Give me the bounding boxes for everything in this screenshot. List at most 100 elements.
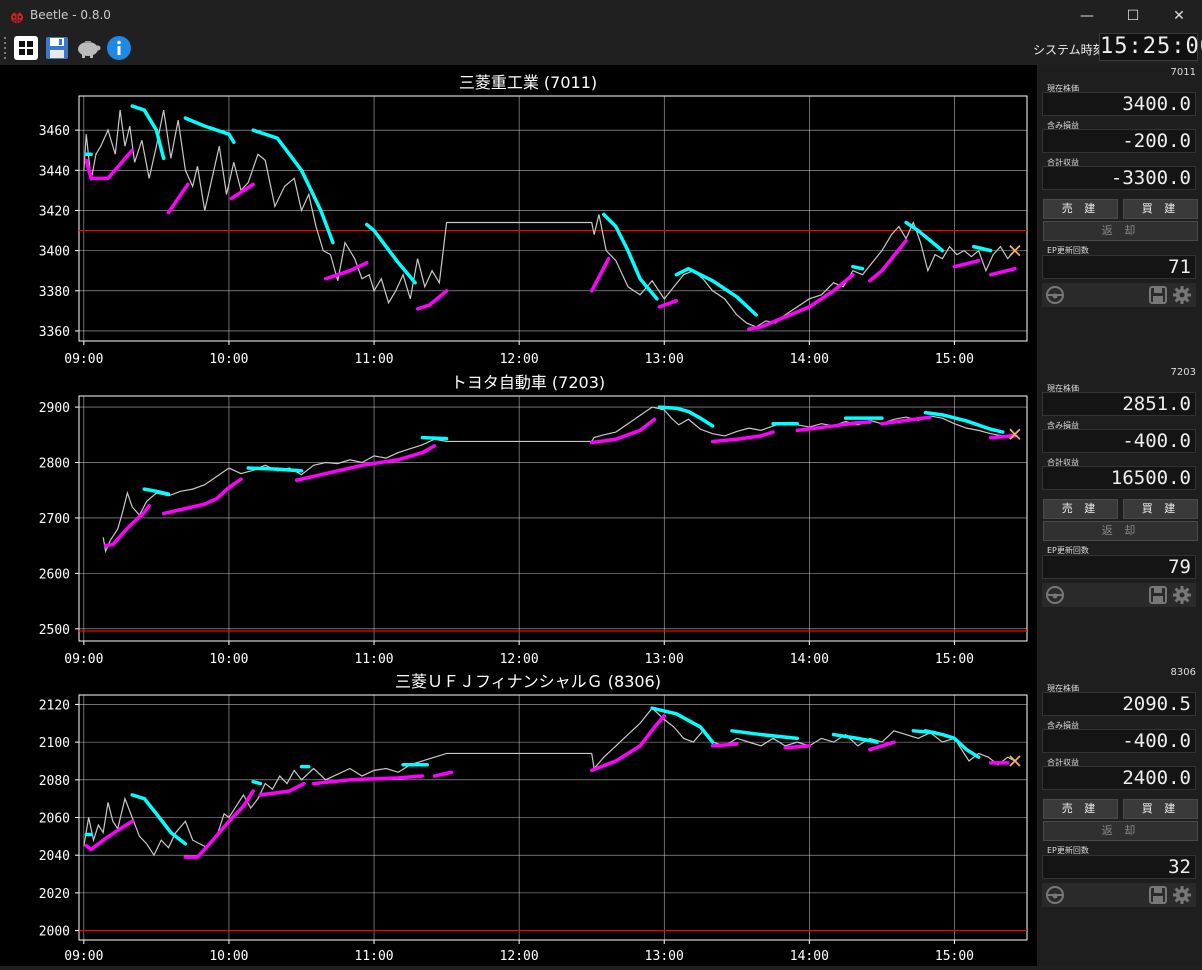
panel-icon-row [1042, 283, 1196, 307]
unrealized-field: -400.0 [1042, 429, 1196, 453]
ladybug-icon [11, 9, 23, 23]
sell-ep-line [657, 405, 715, 428]
stock-code: 8306 [1170, 667, 1196, 678]
y-tick-label: 3420 [39, 204, 70, 219]
gear-icon[interactable] [1172, 585, 1192, 605]
steering-wheel-icon[interactable] [1045, 885, 1065, 905]
buy-ep-line [432, 770, 454, 778]
sell-button[interactable]: 売 建 [1043, 499, 1118, 519]
buy-button[interactable]: 買 建 [1123, 199, 1198, 219]
buy-ep-line [710, 742, 739, 748]
total-field: -3300.0 [1042, 166, 1196, 190]
repay-button[interactable]: 返 却 [1043, 221, 1198, 241]
last-price-marker [1009, 755, 1021, 767]
x-tick-label: 09:00 [64, 652, 103, 667]
buy-ep-line [294, 444, 437, 483]
gear-icon[interactable] [1172, 285, 1192, 305]
x-tick-label: 13:00 [645, 949, 684, 964]
charts-canvas: 三菱重工業 (7011) 09:00 10:00 11:00 12:00 13:00 14:… [39, 73, 1028, 964]
buy-ep-line [229, 182, 255, 201]
stock-panel: 7011 現在株価 3400.0 含み損益 -200.0 合計収益 -3300.… [1037, 65, 1202, 365]
y-tick-label: 2120 [39, 698, 70, 713]
maximize-button[interactable]: ☐ [1110, 0, 1156, 31]
price-line [83, 109, 1016, 328]
y-tick-label: 2900 [39, 401, 70, 416]
close-icon: ✕ [1173, 7, 1185, 24]
x-tick-label: 10:00 [209, 652, 248, 667]
toolbar: システム時刻 15:25:00 [0, 31, 1202, 65]
buy-ep-line [868, 238, 908, 283]
current-price-field: 2090.5 [1042, 692, 1196, 716]
close-button[interactable]: ✕ [1156, 0, 1202, 31]
buy-button[interactable]: 買 建 [1123, 799, 1198, 819]
y-tick-label: 3440 [39, 164, 70, 179]
x-tick-label: 13:00 [645, 352, 684, 367]
grid-icon[interactable] [13, 35, 39, 61]
x-tick-label: 10:00 [209, 352, 248, 367]
stock-panel: 7203 現在株価 2851.0 含み損益 -400.0 合計収益 16500.… [1037, 365, 1202, 665]
window-title: Beetle - 0.8.0 [30, 8, 111, 22]
save-icon[interactable] [1148, 885, 1168, 905]
buy-ep-line [415, 289, 449, 311]
x-tick-label: 10:00 [209, 949, 248, 964]
side-panel: 7011 現在株価 3400.0 含み損益 -200.0 合計収益 -3300.… [1037, 65, 1202, 966]
minimize-button[interactable]: — [1064, 0, 1110, 31]
sell-ep-line [420, 435, 449, 441]
buy-button[interactable]: 買 建 [1123, 499, 1198, 519]
y-tick-label: 2600 [39, 567, 70, 582]
x-tick-label: 12:00 [500, 352, 539, 367]
plot-frame [78, 395, 1028, 642]
system-time-label: システム時刻 [1033, 43, 1105, 57]
buy-ep-line [880, 415, 933, 426]
x-tick-label: 12:00 [500, 652, 539, 667]
title-bar: Beetle - 0.8.0 — ☐ ✕ [0, 0, 1202, 31]
y-tick-label: 2020 [39, 887, 70, 902]
minimize-icon: — [1080, 7, 1094, 24]
piggy-bank-icon[interactable] [75, 35, 101, 61]
y-tick-label: 2700 [39, 512, 70, 527]
sell-ep-line [246, 466, 304, 473]
save-icon[interactable] [1148, 585, 1168, 605]
panel-icon-row [1042, 883, 1196, 907]
buy-ep-line [84, 819, 134, 852]
panel-icon-row [1042, 583, 1196, 607]
save-icon[interactable] [1148, 285, 1168, 305]
repay-button[interactable]: 返 却 [1043, 521, 1198, 541]
sell-ep-line [674, 266, 758, 317]
y-tick-label: 3360 [39, 325, 70, 340]
steering-wheel-icon[interactable] [1045, 285, 1065, 305]
sell-ep-line [972, 244, 993, 253]
buy-ep-line [589, 417, 657, 445]
buy-ep-line [161, 477, 243, 516]
chart-title: 三菱重工業 (7011) [459, 73, 597, 92]
repay-button[interactable]: 返 却 [1043, 821, 1198, 841]
x-tick-label: 13:00 [645, 652, 684, 667]
x-tick-label: 15:00 [935, 652, 974, 667]
chart-title: 三菱ＵＦＪフィナンシャルＧ (8306) [395, 672, 661, 691]
buy-ep-line [657, 299, 679, 309]
y-tick-label: 2800 [39, 457, 70, 472]
info-icon[interactable] [106, 35, 132, 61]
stock-code: 7203 [1170, 367, 1196, 378]
sell-button[interactable]: 売 建 [1043, 199, 1118, 219]
price-line [83, 707, 1016, 857]
sell-ep-line [251, 779, 263, 786]
buy-ep-line [868, 740, 896, 752]
steering-wheel-icon[interactable] [1045, 585, 1065, 605]
gear-icon[interactable] [1172, 885, 1192, 905]
sell-button[interactable]: 売 建 [1043, 799, 1118, 819]
sell-ep-line [730, 729, 800, 741]
y-tick-label: 2080 [39, 774, 70, 789]
x-tick-label: 15:00 [935, 949, 974, 964]
x-tick-label: 11:00 [354, 652, 393, 667]
sell-ep-line [851, 264, 865, 271]
y-tick-label: 2000 [39, 925, 70, 940]
y-tick-label: 2500 [39, 623, 70, 638]
save-icon[interactable] [44, 35, 70, 61]
stock-code: 7011 [1170, 67, 1196, 78]
chart-area: 三菱重工業 (7011) 09:00 10:00 11:00 12:00 13:00 14:… [0, 65, 1037, 966]
x-tick-label: 15:00 [935, 352, 974, 367]
unrealized-field: -400.0 [1042, 729, 1196, 753]
buy-ep-line [84, 148, 134, 181]
buy-ep-line [589, 713, 666, 773]
